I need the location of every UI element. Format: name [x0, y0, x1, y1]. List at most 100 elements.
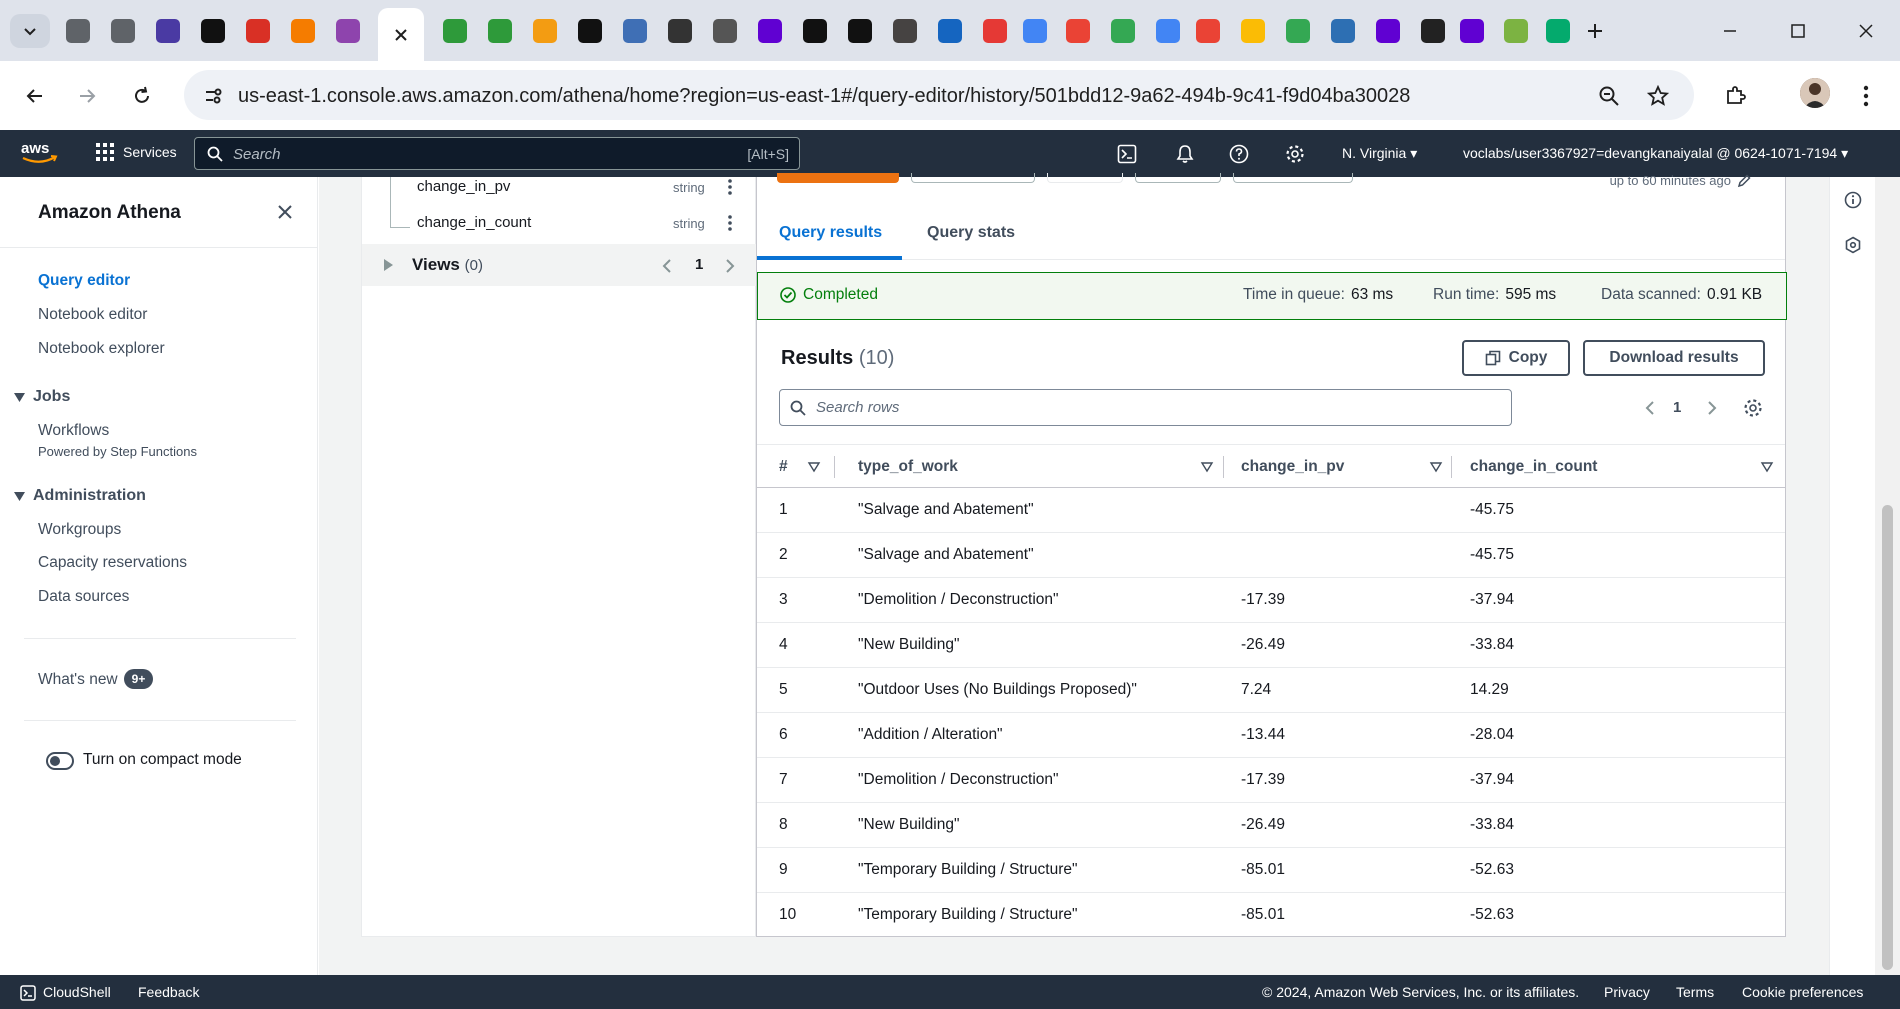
yahoo-icon[interactable]	[1460, 19, 1484, 43]
browser-menu-button[interactable]	[1848, 78, 1884, 114]
sort-triangle-icon[interactable]	[1200, 460, 1214, 474]
funnel-icon[interactable]	[336, 19, 360, 43]
table-row[interactable]: 4 "New Building" -26.49 -33.84	[757, 623, 1785, 668]
toolbar-button-edge[interactable]	[1047, 173, 1123, 183]
wordpress-icon[interactable]	[893, 19, 917, 43]
sort-triangle-icon[interactable]	[807, 460, 821, 474]
column-divider[interactable]	[1451, 456, 1452, 478]
forward-button[interactable]	[69, 78, 105, 114]
info-icon[interactable]	[1842, 189, 1864, 211]
sql-icon[interactable]	[938, 19, 962, 43]
table-row[interactable]: 9 "Temporary Building / Structure" -85.01 -…	[757, 848, 1785, 893]
globe-icon[interactable]	[111, 19, 135, 43]
table-row[interactable]: 5 "Outdoor Uses (No Buildings Proposed)" 7…	[757, 668, 1785, 713]
column-row[interactable]: change_in_pv string	[362, 169, 757, 205]
bookmark-star-icon[interactable]	[1645, 83, 1671, 109]
nav-section-administration[interactable]: Administration	[14, 487, 146, 505]
plant-icon[interactable]	[1504, 19, 1528, 43]
co-icon[interactable]	[983, 19, 1007, 43]
nav-data-sources[interactable]: Data sources	[38, 588, 129, 606]
page-scrollbar[interactable]	[1875, 177, 1900, 975]
run-button-edge[interactable]	[777, 173, 899, 183]
aws-search-input[interactable]: Search [Alt+S]	[194, 137, 800, 170]
gear-flower-icon[interactable]	[246, 19, 270, 43]
column-divider[interactable]	[1223, 456, 1224, 478]
one-icon[interactable]	[1196, 19, 1220, 43]
table-row[interactable]: 1 "Salvage and Abatement" -45.75	[757, 488, 1785, 533]
sort-triangle-icon[interactable]	[1429, 460, 1443, 474]
box-icon[interactable]	[291, 19, 315, 43]
close-side-nav-button[interactable]	[272, 199, 298, 225]
header-type-of-work[interactable]: type_of_work	[858, 458, 958, 476]
compact-mode-toggle[interactable]	[46, 752, 74, 770]
toolbar-button-edge[interactable]	[1233, 173, 1353, 183]
nav-capacity-reservations[interactable]: Capacity reservations	[38, 554, 187, 572]
circles-icon[interactable]	[533, 19, 557, 43]
table-row[interactable]: 7 "Demolition / Deconstruction" -17.39 -37.…	[757, 758, 1785, 803]
tab-search-button[interactable]	[10, 14, 50, 48]
search-rows-input[interactable]: Search rows	[779, 389, 1512, 426]
region-selector[interactable]: N. Virginia ▾	[1342, 145, 1417, 162]
footer-privacy[interactable]: Privacy	[1604, 984, 1650, 1000]
account-menu[interactable]: voclabs/user3367927=devangkanaiyalal @ 0…	[1463, 145, 1848, 162]
one-icon[interactable]	[1066, 19, 1090, 43]
sort-triangle-icon[interactable]	[1760, 460, 1774, 474]
d2l-icon[interactable]	[803, 19, 827, 43]
back-button[interactable]	[17, 78, 53, 114]
bee-icon[interactable]	[713, 19, 737, 43]
column-actions-button[interactable]	[722, 175, 738, 199]
extensions-button[interactable]	[1717, 78, 1753, 114]
settings-gear-icon[interactable]	[1282, 141, 1308, 167]
nav-workflows[interactable]: Workflows	[38, 422, 109, 440]
download-results-button[interactable]: Download results	[1583, 340, 1765, 376]
w3-icon[interactable]	[1546, 19, 1570, 43]
footer-feedback[interactable]: Feedback	[138, 984, 199, 1000]
hexagon-tool-icon[interactable]	[1842, 234, 1864, 256]
maximize-button[interactable]	[1778, 12, 1818, 50]
close-tab-icon[interactable]	[393, 27, 409, 43]
help-icon[interactable]	[1226, 141, 1252, 167]
openai-icon[interactable]	[1421, 19, 1445, 43]
d2l-icon[interactable]	[201, 19, 225, 43]
prev-page-button[interactable]	[1642, 397, 1658, 419]
aws-logo-icon[interactable]: aws	[20, 138, 60, 168]
column-actions-button[interactable]	[722, 211, 738, 235]
copy-button[interactable]: Copy	[1462, 340, 1570, 376]
footer-cloudshell[interactable]: CloudShell	[43, 984, 111, 1000]
new-tab-button[interactable]	[1580, 16, 1610, 46]
globe-icon[interactable]	[1331, 19, 1355, 43]
table-row[interactable]: 3 "Demolition / Deconstruction" -17.39 -37.…	[757, 578, 1785, 623]
close-window-button[interactable]	[1846, 12, 1886, 50]
pinwheel-icon[interactable]	[1241, 19, 1265, 43]
table-row[interactable]: 2 "Salvage and Abatement" -45.75	[757, 533, 1785, 578]
mail-icon[interactable]	[156, 19, 180, 43]
sheet-icon[interactable]	[443, 19, 467, 43]
footer-cookie-preferences[interactable]: Cookie preferences	[1742, 984, 1863, 1000]
list-icon[interactable]	[623, 19, 647, 43]
globe-icon[interactable]	[66, 19, 90, 43]
cloudshell-icon[interactable]	[1114, 141, 1140, 167]
toolbar-button-edge[interactable]	[1135, 173, 1221, 183]
views-row[interactable]: Views (0) 1	[362, 244, 757, 286]
side-nav-title[interactable]: Amazon Athena	[38, 202, 181, 224]
nav-section-jobs[interactable]: Jobs	[14, 388, 70, 406]
footer-terms[interactable]: Terms	[1676, 984, 1714, 1000]
table-row[interactable]: 8 "New Building" -26.49 -33.84	[757, 803, 1785, 848]
table-row[interactable]: 6 "Addition / Alteration" -13.44 -28.04	[757, 713, 1785, 758]
table-preferences-button[interactable]	[1742, 397, 1764, 419]
yahoo-icon[interactable]	[758, 19, 782, 43]
header-change-in-count[interactable]: change_in_count	[1470, 458, 1597, 476]
drive-icon[interactable]	[1286, 19, 1310, 43]
yahoo-icon[interactable]	[1376, 19, 1400, 43]
spiral-icon[interactable]	[668, 19, 692, 43]
next-page-button[interactable]	[1704, 397, 1720, 419]
sheet-icon[interactable]	[488, 19, 512, 43]
google-icon[interactable]	[1156, 19, 1180, 43]
page-number[interactable]: 1	[1673, 399, 1681, 416]
nav-workgroups[interactable]: Workgroups	[38, 521, 121, 539]
notifications-bell-icon[interactable]	[1172, 141, 1198, 167]
nav-whats-new[interactable]: What's new 9+	[38, 669, 154, 689]
services-menu[interactable]: Services	[96, 143, 177, 161]
chevron-left-icon[interactable]	[662, 258, 672, 274]
nav-notebook-editor[interactable]: Notebook editor	[38, 306, 147, 324]
